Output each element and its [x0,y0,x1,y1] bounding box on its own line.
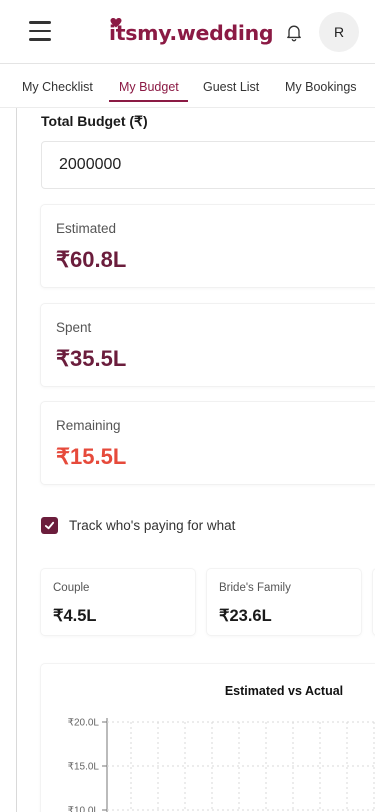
chart-grid [106,718,375,812]
remaining-value: ₹15.5L [56,444,127,469]
estimated-label: Estimated [56,221,117,236]
spent-label: Spent [56,320,92,335]
chart-plot: ₹20.0L ₹15.0L ₹10.0L [68,718,375,812]
y-tick-label: ₹20.0L [68,718,100,729]
budget-content[interactable]: Total Budget (₹) Estimated ₹60.8L Spent … [0,108,375,812]
tab-my-checklist[interactable]: My Checklist [22,64,93,104]
brand-logo[interactable]: itsmy.wedding [109,17,274,49]
tab-my-budget[interactable]: My Budget [119,64,179,104]
payer-card-brides-family: Bride's Family ₹23.6L [207,569,361,635]
remaining-label: Remaining [56,418,121,433]
y-tick-label: ₹15.0L [68,762,100,773]
estimated-card: Estimated ₹60.8L [41,205,375,287]
payer-label: Couple [53,582,90,594]
total-budget-label: Total Budget (₹) [41,113,148,129]
estimated-vs-actual-chart: Estimated vs Actual ₹20.0L ₹15.0L ₹10.0L [41,664,375,812]
remaining-card: Remaining ₹15.5L [41,402,375,484]
spent-card: Spent ₹35.5L [41,304,375,386]
chart-y-axis: ₹20.0L ₹15.0L ₹10.0L [68,718,107,812]
tab-guest-list[interactable]: Guest List [203,64,259,104]
spent-value: ₹35.5L [56,346,127,371]
user-avatar[interactable]: R [319,12,359,52]
chart-title: Estimated vs Actual [224,684,344,698]
payer-label: Bride's Family [219,582,291,594]
total-budget-input[interactable] [41,141,375,189]
tab-my-bookings[interactable]: My Bookings [285,64,357,104]
notification-bell-icon[interactable] [284,21,304,43]
payer-value: ₹4.5L [53,607,97,625]
app-header: itsmy.wedding R [0,0,375,64]
content-divider [16,108,17,812]
y-tick-label: ₹10.0L [68,806,100,812]
active-tab-indicator [109,100,188,102]
track-payers-toggle[interactable]: Track who's paying for what [41,516,235,534]
hamburger-menu-icon[interactable] [29,21,51,41]
payer-value: ₹23.6L [219,607,272,625]
logo-text: itsmy.wedding [109,21,274,45]
track-payers-checkbox[interactable] [41,516,58,534]
checkmark-icon [44,521,55,529]
track-payers-label: Track who's paying for what [69,517,236,533]
payer-card-couple: Couple ₹4.5L [41,569,195,635]
estimated-value: ₹60.8L [56,247,127,272]
heart-icon [110,18,122,28]
